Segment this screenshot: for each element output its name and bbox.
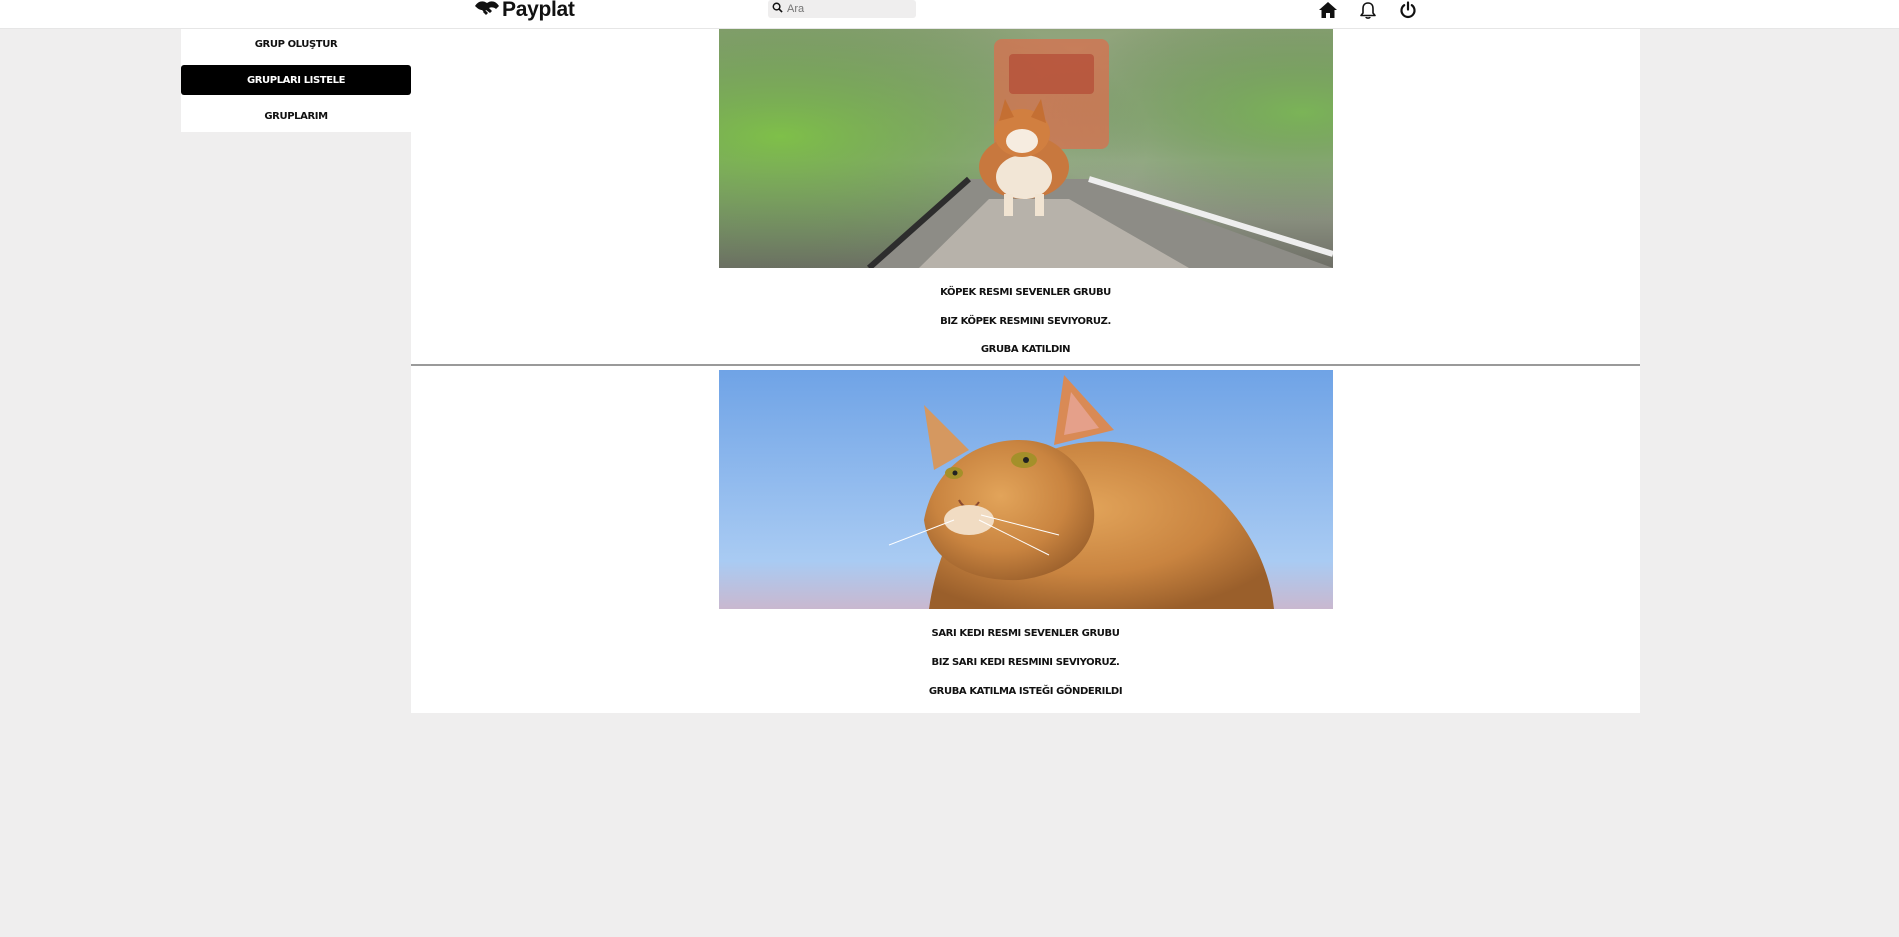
group-title: SARI KEDI RESMI SEVENLER GRUBU	[931, 628, 1120, 639]
group-title: KÖPEK RESMI SEVENLER GRUBU	[940, 287, 1111, 298]
brand-logo[interactable]: Payplat	[474, 0, 575, 22]
group-card: SARI KEDI RESMI SEVENLER GRUBU BIZ SARI …	[411, 370, 1640, 713]
top-navbar: Payplat	[0, 0, 1899, 29]
list-groups-button[interactable]: GRUPLARI LISTELE	[181, 65, 411, 95]
handshake-logo-icon	[474, 0, 500, 23]
group-status[interactable]: GRUBA KATILMA ISTEĞI GÖNDERILDI	[411, 686, 1640, 697]
group-list: KÖPEK RESMI SEVENLER GRUBU BIZ KÖPEK RES…	[411, 29, 1640, 713]
my-groups-button[interactable]: GRUPLARIM	[181, 101, 411, 131]
bell-icon[interactable]	[1356, 0, 1380, 20]
search-input[interactable]	[783, 1, 907, 17]
brand-name: Payplat	[502, 0, 575, 21]
divider	[411, 364, 1640, 366]
create-group-button[interactable]: GRUP OLUŞTUR	[181, 29, 411, 59]
group-description: BIZ SARI KEDI RESMINI SEVIYORUZ.	[931, 657, 1120, 668]
search-icon	[768, 0, 783, 18]
group-description: BIZ KÖPEK RESMINI SEVIYORUZ.	[940, 316, 1111, 327]
search-bar[interactable]	[768, 0, 916, 18]
group-card: KÖPEK RESMI SEVENLER GRUBU BIZ KÖPEK RES…	[411, 29, 1640, 364]
sidebar: GRUP OLUŞTUR GRUPLARI LISTELE GRUPLARIM	[181, 29, 411, 132]
orange-cat-sky-image	[719, 370, 1333, 609]
corgi-on-railway-image	[719, 29, 1333, 268]
power-icon[interactable]	[1396, 0, 1420, 20]
group-status[interactable]: GRUBA KATILDIN	[411, 344, 1640, 355]
home-icon[interactable]	[1316, 0, 1340, 20]
